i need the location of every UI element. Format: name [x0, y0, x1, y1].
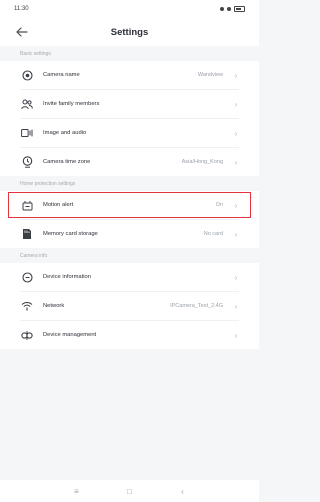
- back-icon[interactable]: ‹: [175, 487, 191, 496]
- page-title: Settings: [110, 26, 149, 38]
- group-camera-info: Device information › Network IPCamera_Te…: [0, 263, 259, 349]
- home-icon[interactable]: □: [122, 487, 138, 496]
- chevron-right-icon: ›: [234, 99, 238, 109]
- row-label: Device information: [43, 274, 92, 280]
- system-nav-bar: ≡ □ ‹: [0, 480, 259, 502]
- row-label: Camera time zone: [43, 159, 91, 165]
- row-invite-family[interactable]: Invite family members ›: [0, 90, 259, 118]
- motion-icon: [20, 198, 34, 212]
- row-label: Device management: [43, 332, 97, 338]
- chevron-right-icon: ›: [234, 157, 238, 167]
- back-arrow-icon[interactable]: [14, 24, 30, 40]
- row-label: Network: [43, 303, 65, 309]
- row-value: On: [215, 202, 223, 208]
- row-device-management[interactable]: Device management ›: [0, 321, 259, 349]
- chevron-right-icon: ›: [234, 272, 238, 282]
- row-value: Asia/Hong_Kong: [181, 159, 223, 165]
- row-label: Invite family members: [43, 101, 100, 107]
- group-home-protection: Motion alert On › Memory card storage No…: [0, 191, 259, 248]
- management-icon: [20, 328, 34, 342]
- row-image-audio[interactable]: Image and audio ›: [0, 119, 259, 147]
- wifi-status-icon: [227, 7, 231, 11]
- row-time-zone[interactable]: Camera time zone Asia/Hong_Kong ›: [0, 148, 259, 176]
- chevron-right-icon: ›: [234, 301, 238, 311]
- image-audio-icon: [20, 126, 34, 140]
- section-header-basic: Basic settings: [0, 46, 259, 61]
- status-icons: [220, 6, 245, 12]
- chevron-right-icon: ›: [234, 128, 238, 138]
- chevron-right-icon: ›: [234, 330, 238, 340]
- row-camera-name[interactable]: Camera name Wandview ›: [0, 61, 259, 89]
- clock-icon: [20, 155, 34, 169]
- row-motion-alert[interactable]: Motion alert On ›: [7, 191, 252, 219]
- row-device-information[interactable]: Device information ›: [0, 263, 259, 291]
- top-bar: Settings: [0, 18, 259, 46]
- family-icon: [20, 97, 34, 111]
- chevron-right-icon: ›: [234, 70, 238, 80]
- menu-icon[interactable]: ≡: [69, 487, 85, 496]
- row-network[interactable]: Network IPCamera_Test_2.4G ›: [0, 292, 259, 320]
- signal-icon: [220, 7, 224, 11]
- sd-card-icon: [20, 227, 34, 241]
- chevron-right-icon: ›: [234, 200, 238, 210]
- battery-icon: [234, 6, 245, 12]
- wifi-icon: [20, 299, 34, 313]
- status-time: 11:30: [14, 6, 29, 12]
- row-value: Wandview: [197, 72, 223, 78]
- camera-icon: [20, 68, 34, 82]
- row-label: Camera name: [43, 72, 80, 78]
- row-label: Motion alert: [43, 202, 74, 208]
- row-value: No card: [203, 231, 223, 237]
- row-memory-card[interactable]: Memory card storage No card ›: [0, 220, 259, 248]
- row-label: Image and audio: [43, 130, 87, 136]
- chevron-right-icon: ›: [234, 229, 238, 239]
- row-value: IPCamera_Test_2.4G: [170, 303, 223, 309]
- row-label: Memory card storage: [43, 231, 98, 237]
- status-bar: 11:30: [0, 0, 259, 18]
- section-header-home-protection: Home protection settings: [0, 176, 259, 191]
- section-header-camera-info: Camera info: [0, 248, 259, 263]
- group-basic: Camera name Wandview › Invite family mem…: [0, 61, 259, 176]
- info-icon: [20, 270, 34, 284]
